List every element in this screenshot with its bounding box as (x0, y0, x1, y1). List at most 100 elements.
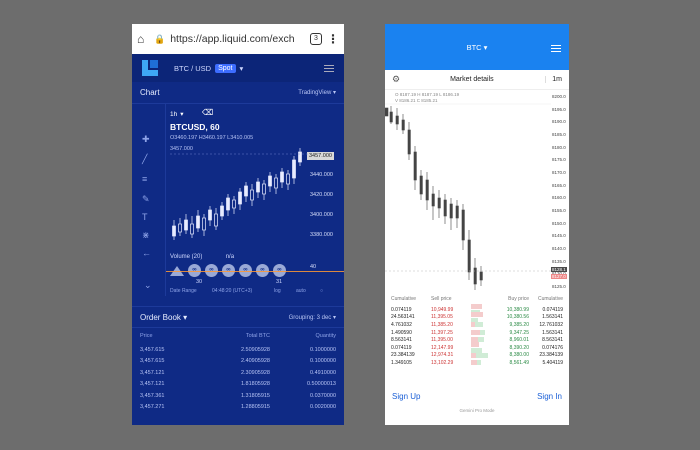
depth-cell: 0.074119 (391, 344, 412, 351)
chart-panel-header: Chart TradingView ▾ (132, 82, 344, 104)
y-tick: 8125.0 (552, 284, 566, 289)
chevron-down-icon: ▾ (239, 63, 244, 73)
pair-selector[interactable]: BTC / USD Spot ▾ (174, 63, 244, 73)
tab-count-icon[interactable]: 3 (310, 33, 322, 45)
market-details-title: Market details (450, 76, 494, 83)
order-book-row[interactable]: 3,457.361 1.31805915 0.0370000 (132, 390, 344, 402)
market-header: BTC ▾ (385, 24, 569, 70)
column-header: Buy price (508, 296, 529, 302)
settings-circle-icon[interactable]: ○ (320, 288, 323, 294)
pair-selector[interactable]: BTC ▾ (467, 43, 488, 52)
grid-menu-icon[interactable] (324, 63, 334, 74)
timeframe-selector[interactable]: 1m (545, 76, 562, 83)
auto-toggle[interactable]: auto (296, 288, 306, 294)
interval-label: 1h (170, 110, 178, 118)
order-book-header: Order Book ▾ Grouping: 3 dec ▾ (132, 306, 344, 328)
y-tick: 8155.0 (552, 208, 566, 213)
order-book-row[interactable]: 3,457.271 1.28805915 0.0020000 (132, 402, 344, 414)
column-header: Sell price (431, 296, 452, 302)
depth-cell: 12,974.31 (431, 352, 454, 359)
y-tick: 8145.0 (552, 233, 566, 239)
sign-up-link[interactable]: Sign Up (392, 392, 420, 401)
spot-badge: Spot (215, 63, 236, 73)
depth-cell: 0.074119 (391, 306, 412, 313)
brush-icon[interactable]: ✎ (142, 194, 150, 205)
pair-label: BTC / USD (174, 63, 212, 73)
tradingview-selector[interactable]: TradingView ▾ (298, 89, 336, 96)
order-book-row[interactable]: 3,457.615 2.50905928 0.1000000 (132, 344, 344, 356)
hamburger-menu-icon[interactable] (551, 43, 561, 54)
order-book-cell: 0.0370000 (310, 392, 336, 399)
depth-cell: 24.563141 (391, 314, 415, 321)
chart-time: 04:48:20 (UTC+3) (212, 288, 253, 294)
y-tick: 8175.0 (552, 157, 566, 163)
y-tick: 8170.0 (552, 170, 566, 175)
depth-cell: 4.761032 (391, 321, 412, 328)
log-toggle[interactable]: log (274, 288, 281, 294)
depth-row[interactable]: 4.761032 11,385.20 9,385.20 12.761032 (385, 321, 569, 329)
liquid-logo-icon[interactable] (142, 60, 158, 76)
text-tool-icon[interactable]: T (142, 212, 148, 222)
browser-bar: ⌂ 🔒 https://app.liquid.com/exch 3 ⋮ (132, 24, 344, 54)
order-book-cell: 2.40905928 (240, 358, 270, 365)
url-field[interactable]: https://app.liquid.com/exch (170, 33, 305, 45)
order-book: Order Book ▾ Grouping: 3 dec ▾ Price Tot… (132, 306, 344, 425)
order-book-cell: 2.30905928 (240, 369, 270, 376)
chart-symbol: BTCUSD, 60 (170, 122, 220, 132)
chevron-down-icon[interactable]: ⌄ (144, 280, 152, 291)
auth-footer: Sign Up Sign In (385, 386, 569, 406)
depth-row[interactable]: 1.490590 11,397.25 9,347.25 1.563141 (385, 329, 569, 337)
depth-row[interactable]: 0.074119 12,147.99 8,390.20 0.074176 (385, 341, 569, 353)
y-tick: 8190.0 (552, 119, 566, 125)
depth-row[interactable]: 1.349105 13,102.29 8,561.49 5.404119 (385, 359, 569, 367)
tradingview-chart[interactable]: ✚ ╱ ≡ ✎ T ⋇ ← ⌄ 1h ▾ ⌫ BTCUSD, 60 O3460.1… (132, 104, 344, 296)
column-header: Cumulative (537, 296, 563, 302)
y-tick: 8200.0 (552, 94, 566, 99)
price-tag: 8127.0 (551, 274, 567, 279)
order-book-cell: 1.31805915 (240, 392, 270, 399)
chart-panel-title: Chart (140, 88, 160, 97)
gear-icon[interactable]: ⚙ (392, 74, 400, 85)
trendline-icon[interactable]: ╱ (142, 154, 147, 165)
depth-row[interactable]: 23.384139 12,974.31 8,380.00 23.384139 (385, 352, 569, 360)
depth-cell: 1.349105 (391, 359, 412, 366)
parallel-lines-icon[interactable]: ≡ (142, 174, 147, 184)
powered-by-text: Gemini Pro Mode (459, 408, 495, 413)
sign-in-link[interactable]: Sign In (537, 392, 562, 401)
depth-cell: 0.074176 (542, 344, 563, 351)
price-chart[interactable]: O 8187.19 H 8187.19 L 8186.19 V 8186.21 … (385, 90, 569, 295)
interval-selector[interactable]: 1h ▾ (170, 108, 206, 120)
depth-cell: 10,380.56 (506, 314, 529, 321)
depth-cell: 1.563141 (542, 329, 563, 336)
depth-cell: 13,102.29 (431, 359, 454, 366)
order-book-title[interactable]: Order Book (140, 313, 181, 322)
order-book-row[interactable]: 3,457.121 1.81805928 0.50000013 (132, 379, 344, 391)
y-tick: 3380.000 (310, 232, 333, 238)
side-tick: 40 (310, 264, 317, 270)
y-tick: 8150.0 (552, 220, 566, 226)
order-book-cell: 0.4910000 (310, 369, 336, 376)
y-tick: 3400.000 (310, 212, 333, 218)
pattern-icon[interactable]: ⋇ (142, 230, 150, 241)
order-book-row[interactable]: 3,457.615 2.40905928 0.1000000 (132, 356, 344, 368)
column-header: Quantity (315, 333, 336, 339)
back-arrow-icon[interactable]: ← (142, 248, 151, 258)
depth-cell: 9,385.20 (509, 321, 529, 328)
depth-cell: 11,397.25 (431, 329, 453, 336)
x-tick: 30 (196, 279, 203, 285)
date-range-button[interactable]: Date Range (170, 288, 197, 294)
order-book-row[interactable]: 3,457.121 2.30905928 0.4910000 (132, 367, 344, 379)
y-tick: 8165.0 (552, 182, 566, 188)
order-depth-table: Cumulative Sell price Buy price Cumulati… (385, 296, 569, 367)
y-tick: 8135.0 (552, 258, 566, 264)
depth-row[interactable]: 24.563141 11,395.05 10,380.56 1.563141 (385, 311, 569, 323)
depth-bar (471, 329, 489, 336)
lock-icon: 🔒 (154, 33, 166, 44)
price-marker-line (166, 271, 344, 272)
crosshair-icon[interactable]: ✚ (142, 134, 150, 145)
last-price-tag: 3457.000 (307, 152, 334, 160)
eraser-icon[interactable]: ⌫ (202, 108, 213, 117)
grouping-selector[interactable]: Grouping: 3 dec ▾ (289, 314, 336, 321)
home-icon[interactable]: ⌂ (137, 33, 149, 45)
browser-menu-icon[interactable]: ⋮ (327, 32, 339, 46)
